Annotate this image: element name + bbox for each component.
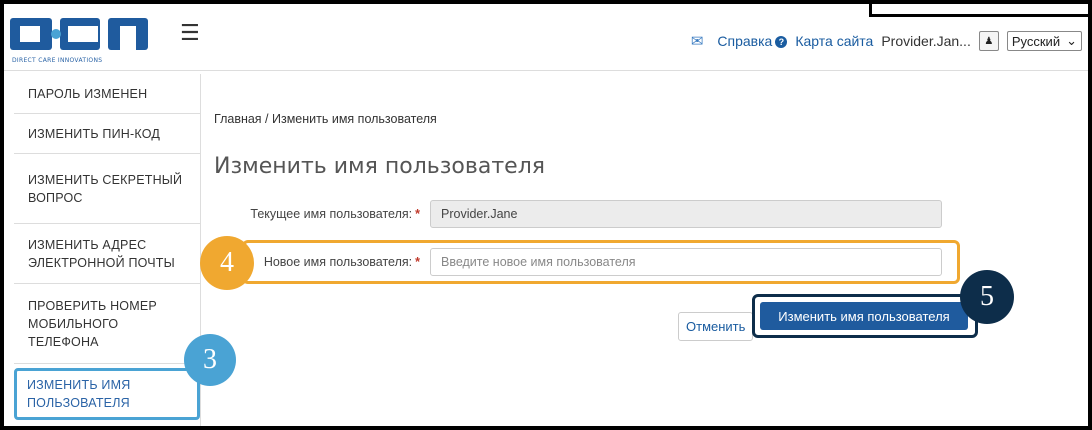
sidebar-item-secret-question[interactable]: ИЗМЕНИТЬ СЕКРЕТНЫЙ ВОПРОС [14, 154, 200, 224]
current-username-label: Текущее имя пользователя: * [214, 207, 430, 221]
step-marker-5: 5 [960, 270, 1014, 324]
page-title: Изменить имя пользователя [214, 154, 545, 179]
sidebar-item-change-username[interactable]: ИЗМЕНИТЬ ИМЯ ПОЛЬЗОВАТЕЛЯ [14, 368, 200, 420]
highlight-new-username [242, 240, 960, 284]
required-mark: * [415, 207, 420, 221]
chevron-down-icon: ⌄ [1066, 33, 1077, 48]
app-window: DIRECT CARE INNOVATIONS ☰ ✉ Справка? Кар… [4, 4, 1088, 426]
current-username-field: Provider.Jane [430, 200, 942, 228]
help-icon: ? [775, 36, 788, 49]
sidebar-item-verify-phone[interactable]: ПРОВЕРИТЬ НОМЕР МОБИЛЬНОГО ТЕЛЕФОНА [14, 284, 200, 364]
sidebar-item-label: ПАРОЛЬ ИЗМЕНЕН [28, 86, 148, 101]
username-display: Provider.Jan... [881, 33, 971, 49]
language-value: Русский [1011, 33, 1061, 49]
breadcrumb[interactable]: Главная / Изменить имя пользователя [214, 112, 437, 126]
header-links: ✉ Справка? Карта сайта Provider.Jan... ♟… [691, 31, 1082, 51]
sidebar-item-change-email[interactable]: ИЗМЕНИТЬ АДРЕС ЭЛЕКТРОННОЙ ПОЧТЫ [14, 224, 200, 284]
help-link[interactable]: Справка? [717, 33, 788, 49]
sidebar-item-label: ИЗМЕНИТЬ ПИН-КОД [28, 126, 161, 141]
sidebar-item-label: ИЗМЕНИТЬ СЕКРЕТНЫЙ ВОПРОС [28, 172, 183, 205]
step-marker-3: 3 [184, 334, 236, 386]
main-content: Главная / Изменить имя пользователя Изме… [204, 74, 1084, 426]
current-username-row: Текущее имя пользователя: * Provider.Jane [214, 200, 942, 228]
sidebar-item-label: ИЗМЕНИТЬ ИМЯ ПОЛЬЗОВАТЕЛЯ [27, 378, 131, 410]
mail-icon[interactable]: ✉ [691, 32, 704, 50]
logo-subtitle: DIRECT CARE INNOVATIONS [12, 57, 103, 64]
sidebar-item-change-pin[interactable]: ИЗМЕНИТЬ ПИН-КОД [14, 114, 200, 154]
label-text: Текущее имя пользователя: [250, 207, 413, 221]
window-overlap [869, 4, 1088, 17]
sidebar-item-label: ПРОВЕРИТЬ НОМЕР МОБИЛЬНОГО ТЕЛЕФОНА [28, 298, 157, 349]
dci-logo-mark [10, 18, 148, 50]
help-label: Справка [717, 33, 773, 49]
sidebar: ПАРОЛЬ ИЗМЕНЕН ИЗМЕНИТЬ ПИН-КОД ИЗМЕНИТЬ… [14, 74, 201, 426]
dci-logo[interactable]: DIRECT CARE INNOVATIONS [10, 12, 160, 66]
language-select[interactable]: Русский ⌄ [1006, 31, 1082, 51]
sidebar-item-label: ИЗМЕНИТЬ АДРЕС ЭЛЕКТРОННОЙ ПОЧТЫ [28, 237, 175, 270]
sitemap-link[interactable]: Карта сайта [795, 33, 873, 49]
sidebar-item-password-changed[interactable]: ПАРОЛЬ ИЗМЕНЕН [14, 74, 200, 114]
user-icon[interactable]: ♟ [978, 31, 999, 51]
step-marker-4: 4 [200, 236, 254, 290]
change-username-button[interactable]: Изменить имя пользователя [760, 302, 968, 330]
cancel-button[interactable]: Отменить [678, 312, 754, 341]
hamburger-icon[interactable]: ☰ [180, 22, 200, 44]
